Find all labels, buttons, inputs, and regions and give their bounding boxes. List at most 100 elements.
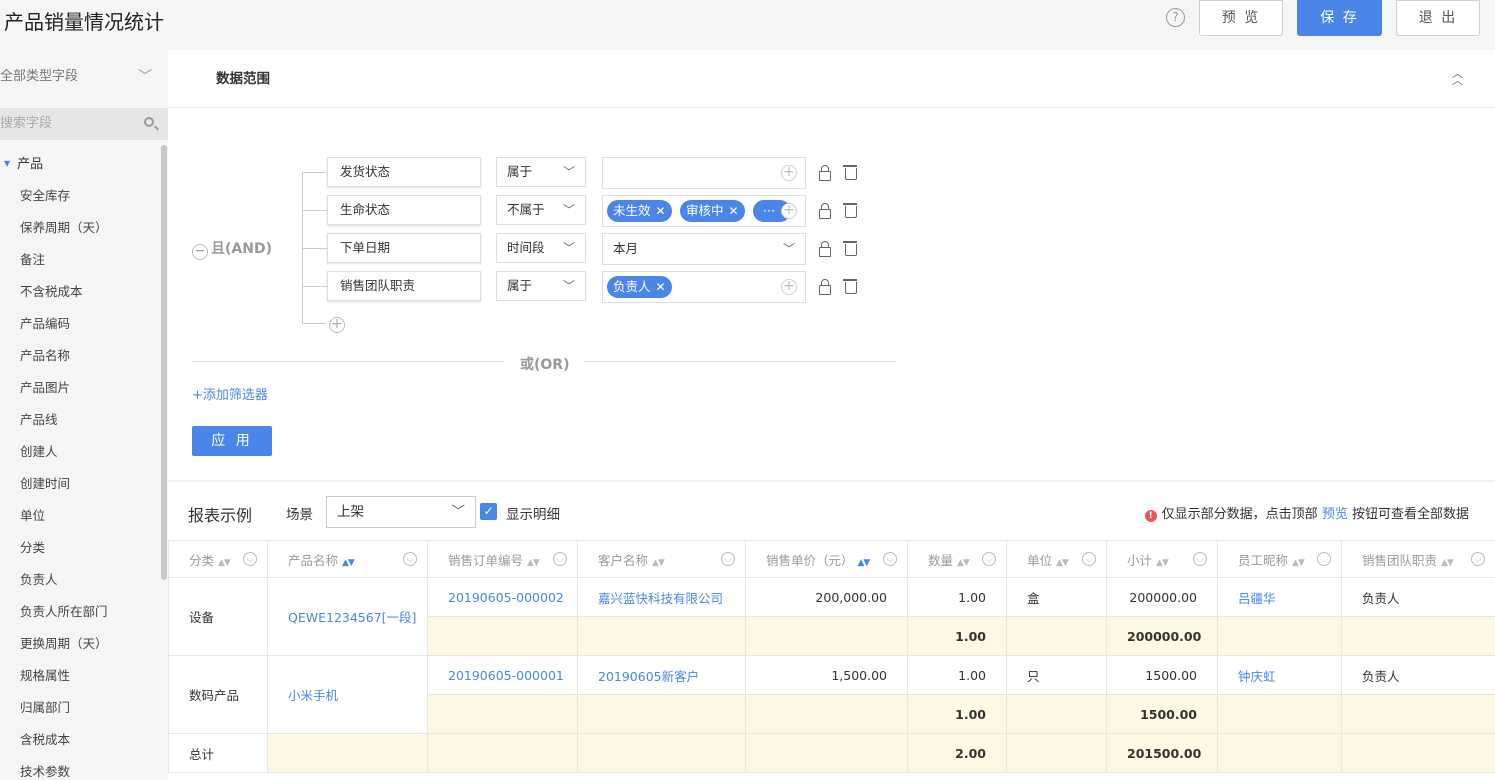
field-item[interactable]: 单位 xyxy=(20,506,108,538)
sort-icon[interactable]: ▲▼ xyxy=(218,558,231,568)
column-filter-icon[interactable]: ⌵ xyxy=(403,552,417,566)
employee-link[interactable]: 钟庆虹 xyxy=(1217,655,1342,695)
customer-link[interactable]: 嘉兴蓝快科技有限公司 xyxy=(577,577,746,617)
product-link[interactable]: QEWE1234567[一段] xyxy=(267,577,428,656)
help-icon[interactable]: ? xyxy=(1166,8,1185,27)
search-icon[interactable] xyxy=(144,117,154,127)
column-filter-icon[interactable]: ⌵ xyxy=(553,552,567,566)
double-chevron-up-icon[interactable]: ︿ ︿ xyxy=(1452,68,1463,86)
column-filter-icon[interactable]: ⌵ xyxy=(982,552,996,566)
field-item[interactable]: 产品编码 xyxy=(20,314,108,346)
minus-circle-icon[interactable]: − xyxy=(192,244,208,260)
order-link[interactable]: 20190605-000002 xyxy=(427,577,578,617)
sort-icon[interactable]: ▲▼ xyxy=(1292,558,1305,568)
close-icon[interactable]: ✕ xyxy=(656,204,666,218)
condition-value-input[interactable]: 负责人 ✕ + xyxy=(602,271,806,303)
column-filter-icon[interactable]: ⌵ xyxy=(1193,552,1207,566)
condition-field[interactable]: 下单日期 xyxy=(327,233,481,263)
column-header[interactable]: 小计 ▲▼ ⌵ xyxy=(1106,540,1218,578)
field-item[interactable]: 创建时间 xyxy=(20,474,108,506)
plus-circle-icon[interactable]: + xyxy=(781,203,797,219)
field-search-input[interactable]: 搜索字段 xyxy=(0,108,168,140)
field-item[interactable]: 技术参数 xyxy=(20,762,108,780)
field-item[interactable]: 更换周期（天） xyxy=(20,634,108,666)
sort-icon[interactable]: ▲▼ xyxy=(957,558,970,568)
condition-value-input[interactable]: + xyxy=(602,157,806,189)
column-header[interactable]: 单位 ▲▼ ⌵ xyxy=(1006,540,1107,578)
condition-value-select[interactable]: 本月 ﹀ xyxy=(602,233,806,265)
condition-field[interactable]: 销售团队职责 xyxy=(327,271,481,301)
column-header[interactable]: 销售订单编号 ▲▼ ⌵ xyxy=(427,540,578,578)
field-item[interactable]: 含税成本 xyxy=(20,730,108,762)
close-icon[interactable]: ✕ xyxy=(729,204,739,218)
field-item[interactable]: 负责人 xyxy=(20,570,108,602)
add-condition-icon[interactable]: + xyxy=(329,317,345,333)
condition-field[interactable]: 生命状态 xyxy=(327,195,481,225)
column-filter-icon[interactable]: ⌵ xyxy=(883,552,897,566)
column-header[interactable]: 员工昵称 ▲▼ ⌵ xyxy=(1217,540,1342,578)
trash-icon[interactable] xyxy=(843,240,857,256)
column-filter-icon[interactable]: ⌵ xyxy=(243,552,257,566)
customer-link[interactable]: 20190605新客户 xyxy=(577,655,746,695)
add-filter-link[interactable]: +添加筛选器 xyxy=(192,384,268,403)
employee-link[interactable]: 吕疆华 xyxy=(1217,577,1342,617)
notice-preview-link[interactable]: 预览 xyxy=(1322,507,1348,522)
condition-operator-select[interactable]: 属于 ﹀ xyxy=(496,271,586,301)
sort-icon[interactable]: ▲▼ xyxy=(1056,558,1069,568)
field-item[interactable]: 负责人所在部门 xyxy=(20,602,108,634)
sort-icon[interactable]: ▲▼ xyxy=(858,558,871,568)
field-item[interactable]: 规格属性 xyxy=(20,666,108,698)
field-item[interactable]: 安全库存 xyxy=(20,186,108,218)
tree-node-product[interactable]: ▼ 产品 xyxy=(4,154,43,174)
column-header[interactable]: 数量 ▲▼ ⌵ xyxy=(907,540,1007,578)
show-detail-checkbox[interactable]: ✓ xyxy=(480,503,497,520)
field-item[interactable]: 产品线 xyxy=(20,410,108,442)
close-icon[interactable]: ✕ xyxy=(656,280,666,294)
plus-circle-icon[interactable]: + xyxy=(781,279,797,295)
column-filter-icon[interactable]: ⌵ xyxy=(1082,552,1096,566)
sort-icon[interactable]: ▲▼ xyxy=(527,558,540,568)
order-link[interactable]: 20190605-000001 xyxy=(427,655,578,695)
column-filter-icon[interactable]: ⌵ xyxy=(1471,552,1485,566)
condition-value-input[interactable]: 未生效 ✕ 审核中 ✕ ··· + xyxy=(602,195,806,227)
field-item[interactable]: 分类 xyxy=(20,538,108,570)
sort-icon[interactable]: ▲▼ xyxy=(342,558,355,568)
column-filter-icon[interactable]: ⌵ xyxy=(1317,552,1331,566)
field-item[interactable]: 保养周期（天） xyxy=(20,218,108,250)
sort-icon[interactable]: ▲▼ xyxy=(1441,558,1454,568)
and-group-toggle[interactable]: − 且(AND) xyxy=(192,238,272,260)
field-item[interactable]: 产品名称 xyxy=(20,346,108,378)
exit-button[interactable]: 退 出 xyxy=(1396,0,1480,36)
product-link[interactable]: 小米手机 xyxy=(267,655,428,734)
trash-icon[interactable] xyxy=(843,278,857,294)
save-button[interactable]: 保 存 xyxy=(1297,0,1382,36)
field-item[interactable]: 不含税成本 xyxy=(20,282,108,314)
sort-icon[interactable]: ▲▼ xyxy=(1156,558,1169,568)
condition-operator-select[interactable]: 属于 ﹀ xyxy=(496,157,586,187)
lock-icon[interactable] xyxy=(819,165,831,181)
lock-icon[interactable] xyxy=(819,203,831,219)
lock-icon[interactable] xyxy=(819,241,831,257)
field-item[interactable]: 产品图片 xyxy=(20,378,108,410)
column-header[interactable]: 销售单价（元） ▲▼ ⌵ xyxy=(745,540,908,578)
condition-operator-select[interactable]: 时间段 ﹀ xyxy=(496,233,586,263)
scene-select[interactable]: 上架 ﹀ xyxy=(326,496,476,528)
caret-down-icon[interactable]: ▼ xyxy=(4,159,10,168)
column-header[interactable]: 产品名称 ▲▼ ⌵ xyxy=(267,540,428,578)
lock-icon[interactable] xyxy=(819,279,831,295)
field-item[interactable]: 创建人 xyxy=(20,442,108,474)
trash-icon[interactable] xyxy=(843,164,857,180)
column-filter-icon[interactable]: ⌵ xyxy=(721,552,735,566)
plus-circle-icon[interactable]: + xyxy=(781,165,797,181)
column-header[interactable]: 客户名称 ▲▼ ⌵ xyxy=(577,540,746,578)
column-header[interactable]: 分类 ▲▼ ⌵ xyxy=(168,540,268,578)
sidebar-scrollbar[interactable] xyxy=(161,145,167,580)
column-header[interactable]: 销售团队职责 ▲▼ ⌵ xyxy=(1341,540,1495,578)
sort-icon[interactable]: ▲▼ xyxy=(652,558,665,568)
condition-operator-select[interactable]: 不属于 ﹀ xyxy=(496,195,586,225)
preview-button[interactable]: 预 览 xyxy=(1199,0,1283,36)
condition-field[interactable]: 发货状态 xyxy=(327,157,481,187)
field-item[interactable]: 归属部门 xyxy=(20,698,108,730)
trash-icon[interactable] xyxy=(843,202,857,218)
field-type-select[interactable]: 全部类型字段 ﹀ xyxy=(0,62,160,92)
